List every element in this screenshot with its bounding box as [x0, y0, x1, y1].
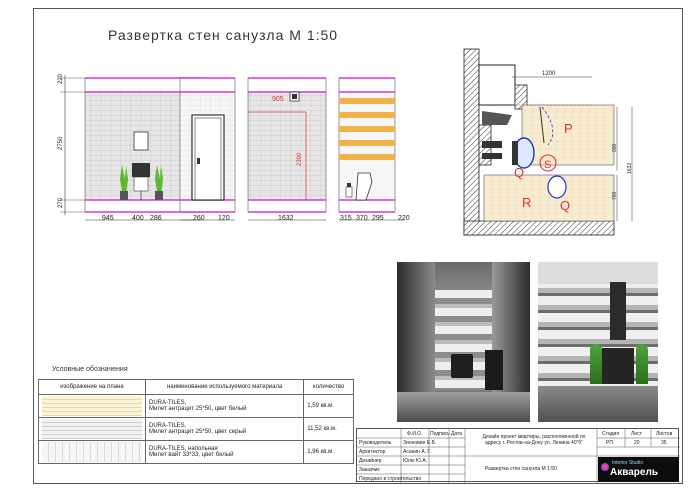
dim-945: 945: [102, 215, 114, 222]
stamp-role: Дизайнер: [359, 458, 382, 464]
marker-s: S: [544, 159, 551, 171]
wall-elevations: [60, 75, 405, 221]
marker-p: P: [564, 121, 573, 136]
dim-295: 295: [372, 215, 384, 222]
dim-400: 400: [132, 215, 144, 222]
dim-1632: 1632: [278, 215, 294, 222]
stamp-role: Архитектор: [359, 449, 386, 455]
dim-315: 315: [340, 215, 352, 222]
logo-small-text: Interior Studio: [612, 460, 644, 466]
dim-286: 286: [150, 215, 162, 222]
studio-logo: Interior Studio Акварель: [598, 457, 679, 482]
plan-dim-930: 930: [612, 143, 618, 152]
legend-col-qty: количество: [303, 379, 354, 395]
legend-col-material: наименование используемого материала: [144, 379, 305, 395]
drawing-sheet: Развертка стен санузла М 1:50 220 2750 2…: [0, 0, 690, 488]
legend-row: DURA-TILES, напольная Милет вайт 33*33, …: [38, 440, 354, 464]
stamp-role: Заказчик: [359, 467, 380, 473]
dim-top-220: 220: [58, 73, 64, 84]
materials-legend-table: изображение на плане наименование исполь…: [38, 379, 354, 464]
stamp-stage: РП: [606, 440, 613, 446]
logo-mark-icon: [601, 463, 609, 471]
render-photo-2: [538, 262, 658, 422]
legend-col-image: изображение на плане: [38, 379, 146, 395]
dim-260: 260: [193, 215, 205, 222]
legend-material: DURA-TILES, напольная Милет вайт 33*33, …: [144, 440, 305, 464]
logo-name: Акварель: [610, 467, 658, 478]
legend-material: DURA-TILES, Милет антрацит 25*50, цвет с…: [144, 417, 305, 441]
legend-row: DURA-TILES, Милет антрацит 25*50, цвет б…: [38, 394, 354, 418]
legend-qty: 1,59 кв.м.: [303, 394, 354, 418]
stamp-head-fio: Ф.И.О.: [407, 431, 423, 437]
stamp-sheet-title: Развертка стен санузла М 1:50: [485, 466, 557, 472]
stamp-sheet-label: Лист: [631, 431, 642, 437]
stamp-project: Дизайн проект квартиры, расположенной по…: [482, 434, 586, 446]
legend-qty: 11,52 кв.м.: [303, 417, 354, 441]
legend-material: DURA-TILES, Милет антрацит 25*50, цвет б…: [144, 394, 305, 418]
dim-370: 370: [356, 215, 368, 222]
elevation-wall-3: [247, 77, 327, 213]
legend-qty: 1,96 кв.м.: [303, 440, 354, 464]
render-photo-1: [397, 262, 530, 422]
marker-q-right: Q: [560, 198, 570, 213]
legend-row: DURA-TILES, Милет антрацит 25*50, цвет с…: [38, 417, 354, 441]
stamp-head-sign: Подпись: [430, 431, 450, 437]
stamp-name: Зинновин Е.В.: [403, 440, 437, 446]
page-title: Развертка стен санузла М 1:50: [108, 27, 339, 43]
stamp-stage-label: Стадия: [602, 431, 620, 437]
dim-905: 905: [272, 96, 284, 103]
elevation-wall-4: [338, 77, 396, 213]
stamp-role: Руководитель: [359, 440, 392, 446]
dim-2390: 2390: [297, 152, 303, 166]
dim-bottom-270: 270: [58, 197, 64, 208]
marker-r: R: [522, 195, 531, 210]
plan-dim-1200: 1200: [542, 71, 556, 77]
legend-heading: Условные обозначения: [52, 366, 128, 373]
stamp-sheets-label: Листов: [656, 431, 673, 437]
elevation-wall-2: [179, 77, 236, 213]
legend-swatch-beige: [38, 394, 146, 418]
dim-120: 120: [218, 215, 230, 222]
plan-dim-700: 700: [612, 191, 618, 200]
stamp-head-date: Дата: [451, 431, 463, 437]
dim-220: 220: [398, 215, 410, 222]
stamp-role: Передано в строительство: [359, 476, 422, 482]
legend-swatch-floor: [38, 440, 146, 464]
title-block: Ф.И.О. Подпись Дата Руководитель Зиннови…: [356, 428, 680, 483]
dim-height-2750: 2750: [58, 136, 64, 150]
stamp-sheets: 35: [661, 440, 667, 446]
marker-q-left: Q: [514, 165, 524, 180]
legend-swatch-grey: [38, 417, 146, 441]
stamp-sheet: 20: [634, 440, 640, 446]
plan-dim-1632: 1632: [627, 162, 633, 174]
stamp-name: Юлю Ю.А.: [403, 458, 428, 464]
stamp-name: Асанин А. Г.: [403, 449, 431, 455]
